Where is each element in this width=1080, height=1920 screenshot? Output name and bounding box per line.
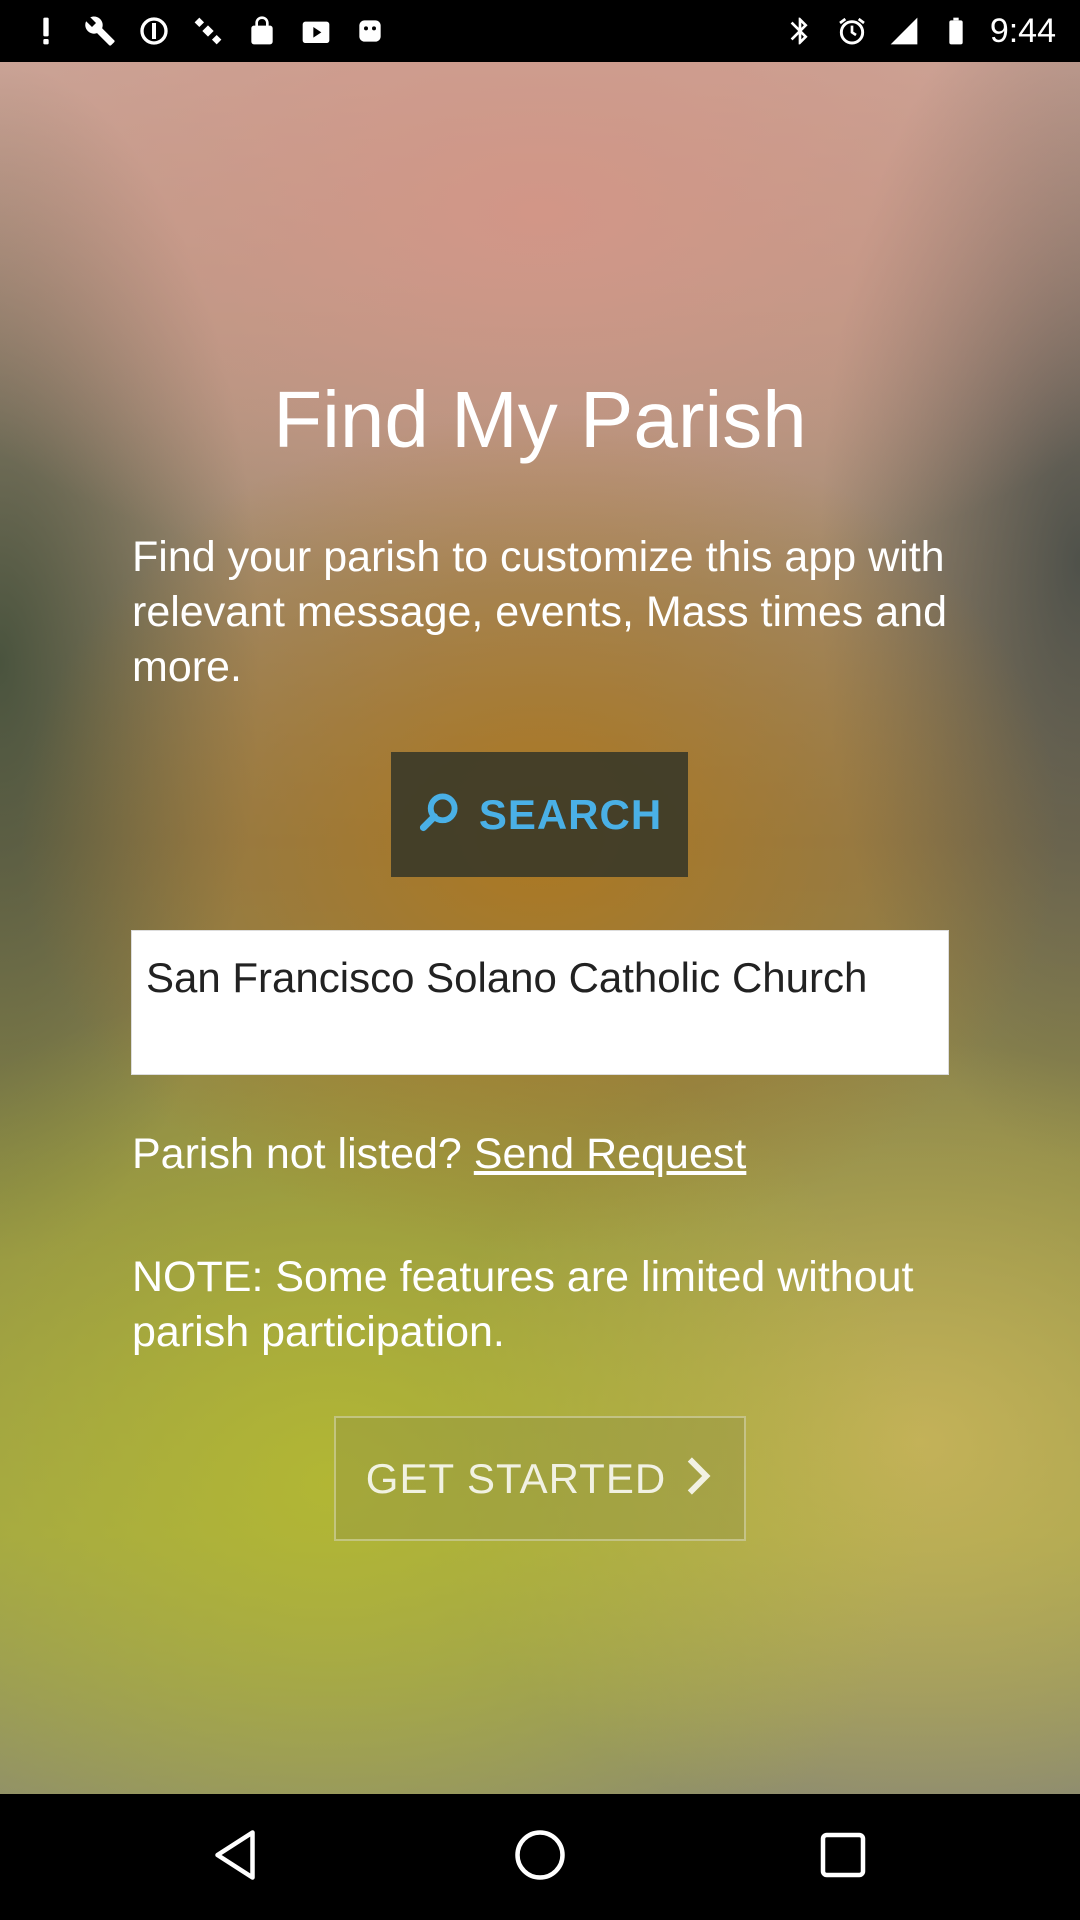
status-time: 9:44 — [989, 11, 1056, 50]
play-store-icon — [298, 13, 334, 49]
wrench-icon — [82, 13, 118, 49]
send-request-link[interactable]: Send Request — [474, 1130, 747, 1178]
selected-parish-field[interactable]: San Francisco Solano Catholic Church — [131, 930, 949, 1075]
data-saver-icon — [136, 13, 172, 49]
parish-not-listed-text: Parish not listed? Send Request — [132, 1130, 746, 1179]
recents-icon — [813, 1825, 873, 1890]
system-icons: 9:44 — [782, 10, 1056, 52]
home-button[interactable] — [505, 1822, 575, 1892]
home-icon — [510, 1825, 570, 1890]
onboarding-screen: Find My Parish Find your parish to custo… — [0, 62, 1080, 1794]
notification-icons — [28, 10, 388, 52]
signal-icon — [886, 13, 922, 49]
note-text: NOTE: Some features are limited without … — [132, 1253, 914, 1356]
alarm-icon — [834, 13, 870, 49]
battery-icon — [938, 13, 974, 49]
back-icon — [205, 1825, 265, 1890]
search-button-label: SEARCH — [478, 790, 663, 838]
get-started-button[interactable]: GET STARTED — [334, 1416, 746, 1541]
status-bar: 9:44 — [0, 0, 1080, 62]
lock-icon — [244, 13, 280, 49]
recents-button[interactable] — [808, 1822, 878, 1892]
search-icon — [417, 790, 461, 839]
not-listed-prefix: Parish not listed? — [132, 1130, 474, 1178]
android-icon — [352, 13, 388, 49]
intro-text: Find your parish to customize this app w… — [132, 533, 947, 691]
page-title: Find My Parish — [273, 375, 807, 464]
navigation-bar — [0, 1794, 1080, 1920]
chevron-right-icon — [684, 1454, 714, 1503]
back-button[interactable] — [200, 1822, 270, 1892]
get-started-label: GET STARTED — [365, 1454, 667, 1502]
bluetooth-icon — [782, 13, 818, 49]
search-button[interactable]: SEARCH — [391, 752, 688, 877]
satellite-icon — [190, 13, 226, 49]
alert-icon — [28, 13, 64, 49]
